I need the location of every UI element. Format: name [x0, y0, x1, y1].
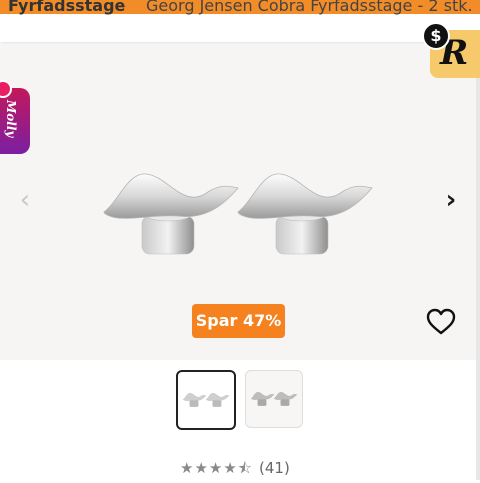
header-bar: Fyrfadsstage Georg Jensen Cobra Fyrfadss…	[0, 0, 480, 42]
scrollbar-track[interactable]	[476, 44, 480, 480]
breadcrumb-category[interactable]: Fyrfadsstage	[8, 0, 125, 15]
breadcrumb-product: Georg Jensen Cobra Fyrfadsstage - 2 stk.	[146, 0, 473, 15]
heart-outline-icon[interactable]	[426, 308, 456, 336]
dollar-icon: $	[422, 22, 450, 50]
discount-badge: Spar 47%	[192, 304, 285, 338]
molly-label: Molly	[4, 100, 18, 138]
chevron-right-icon[interactable]: ›	[440, 186, 462, 214]
star-rating-icons: ★★★★⯪	[180, 459, 253, 477]
product-image	[103, 173, 373, 255]
breadcrumb: Fyrfadsstage Georg Jensen Cobra Fyrfadss…	[0, 0, 480, 18]
product-rating[interactable]: ★★★★⯪ (41)	[180, 458, 290, 478]
candle-holder-right	[237, 173, 373, 255]
thumbnail-1[interactable]	[176, 370, 236, 430]
candle-holder-left	[103, 173, 239, 255]
chevron-left-icon[interactable]: ‹	[14, 186, 36, 214]
review-count[interactable]: (41)	[259, 459, 290, 477]
thumbnail-2[interactable]	[245, 370, 303, 428]
